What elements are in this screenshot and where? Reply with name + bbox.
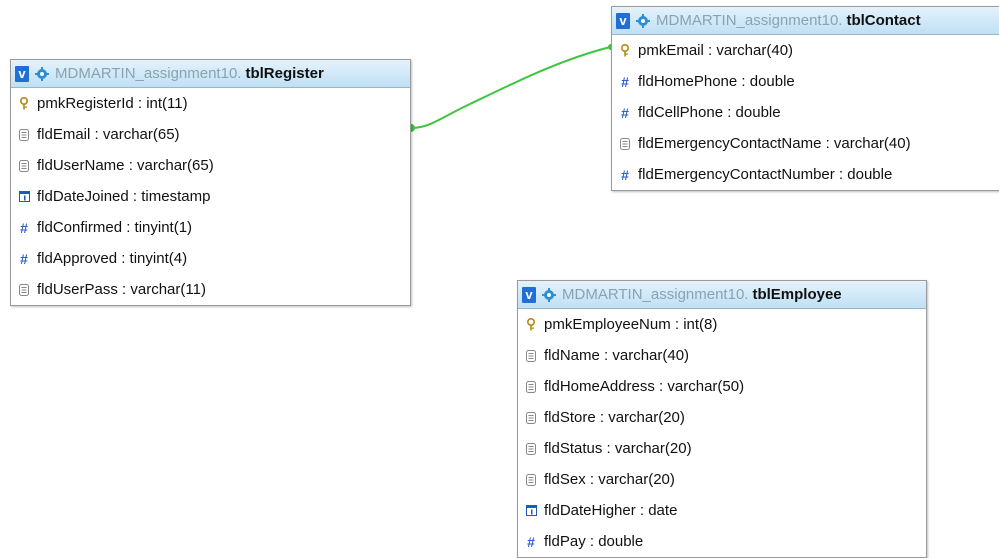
field-label: fldEmergencyContactName : varchar(40) — [638, 135, 911, 152]
field-row[interactable]: fldHomeAddress : varchar(50) — [518, 371, 926, 402]
field-list: pmkEmail : varchar(40) # fldHomePhone : do… — [612, 35, 999, 190]
field-label: fldDateJoined : timestamp — [37, 188, 211, 205]
field-label: fldPay : double — [544, 533, 644, 550]
schema-designer-canvas: v MDMARTIN_assignment10. tblRegister pmk… — [0, 0, 999, 558]
field-row[interactable]: fldName : varchar(40) — [518, 340, 926, 371]
relation-line-register-contact — [410, 46, 611, 129]
field-row[interactable]: # fldConfirmed : tinyint(1) — [11, 212, 410, 243]
field-label: fldHomePhone : double — [638, 73, 795, 90]
gear-icon[interactable] — [541, 287, 557, 303]
numeric-field-icon: # — [20, 219, 28, 236]
text-field-icon — [524, 442, 538, 455]
field-label: fldStatus : varchar(20) — [544, 440, 692, 457]
field-row[interactable]: fldEmail : varchar(65) — [11, 119, 410, 150]
numeric-field-icon: # — [621, 166, 629, 183]
date-field-icon — [524, 505, 538, 516]
table-header-tblcontact[interactable]: v MDMARTIN_assignment10. tblContact — [612, 7, 999, 35]
field-label: fldApproved : tinyint(4) — [37, 250, 188, 267]
field-label: fldStore : varchar(20) — [544, 409, 685, 426]
table-header-tblemployee[interactable]: v MDMARTIN_assignment10. tblEmployee — [518, 281, 926, 309]
collapse-toggle-button[interactable]: v — [15, 65, 29, 82]
table-name: tblRegister — [245, 65, 324, 82]
field-row[interactable]: fldUserPass : varchar(11) — [11, 274, 410, 305]
text-field-icon — [17, 128, 31, 141]
table-header-tblregister[interactable]: v MDMARTIN_assignment10. tblRegister — [11, 60, 410, 88]
numeric-field-icon: # — [621, 73, 629, 90]
collapse-toggle-button[interactable]: v — [522, 286, 536, 303]
field-row[interactable]: # fldCellPhone : double — [612, 97, 999, 128]
collapse-toggle-button[interactable]: v — [616, 12, 630, 29]
field-label: fldUserName : varchar(65) — [37, 157, 214, 174]
field-row[interactable]: pmkEmployeeNum : int(8) — [518, 309, 926, 340]
gear-icon[interactable] — [34, 66, 50, 82]
field-row[interactable]: fldEmergencyContactName : varchar(40) — [612, 128, 999, 159]
field-label: pmkEmployeeNum : int(8) — [544, 316, 718, 333]
table-card-tblemployee[interactable]: v MDMARTIN_assignment10. tblEmployee pmk… — [517, 280, 927, 558]
field-row[interactable]: # fldEmergencyContactNumber : double — [612, 159, 999, 190]
field-row[interactable]: fldStatus : varchar(20) — [518, 433, 926, 464]
field-row[interactable]: # fldPay : double — [518, 526, 926, 557]
text-field-icon — [17, 159, 31, 172]
field-row[interactable]: pmkEmail : varchar(40) — [612, 35, 999, 66]
field-label: fldDateHigher : date — [544, 502, 678, 519]
field-label: fldName : varchar(40) — [544, 347, 690, 364]
field-row[interactable]: fldUserName : varchar(65) — [11, 150, 410, 181]
field-label: pmkEmail : varchar(40) — [638, 42, 794, 59]
database-name: MDMARTIN_assignment10. — [55, 65, 242, 82]
text-field-icon — [524, 411, 538, 424]
field-label: fldEmergencyContactNumber : double — [638, 166, 893, 183]
field-label: fldUserPass : varchar(11) — [37, 281, 206, 298]
database-name: MDMARTIN_assignment10. — [656, 12, 843, 29]
field-label: fldCellPhone : double — [638, 104, 781, 121]
database-name: MDMARTIN_assignment10. — [562, 286, 749, 303]
field-label: pmkRegisterId : int(11) — [37, 95, 188, 112]
field-label: fldSex : varchar(20) — [544, 471, 675, 488]
text-field-icon — [524, 349, 538, 362]
field-row[interactable]: # fldHomePhone : double — [612, 66, 999, 97]
primary-key-icon — [618, 44, 632, 57]
primary-key-icon — [524, 318, 538, 331]
numeric-field-icon: # — [527, 533, 535, 550]
table-name: tblEmployee — [752, 286, 842, 303]
table-card-tblregister[interactable]: v MDMARTIN_assignment10. tblRegister pmk… — [10, 59, 411, 306]
field-row[interactable]: fldSex : varchar(20) — [518, 464, 926, 495]
text-field-icon — [618, 137, 632, 150]
text-field-icon — [524, 380, 538, 393]
field-label: fldEmail : varchar(65) — [37, 126, 180, 143]
field-label: fldHomeAddress : varchar(50) — [544, 378, 745, 395]
field-row[interactable]: pmkRegisterId : int(11) — [11, 88, 410, 119]
numeric-field-icon: # — [20, 250, 28, 267]
field-row[interactable]: fldDateJoined : timestamp — [11, 181, 410, 212]
gear-icon[interactable] — [635, 13, 651, 29]
text-field-icon — [17, 283, 31, 296]
numeric-field-icon: # — [621, 104, 629, 121]
field-row[interactable]: fldDateHigher : date — [518, 495, 926, 526]
table-name: tblContact — [846, 12, 921, 29]
table-card-tblcontact[interactable]: v MDMARTIN_assignment10. tblContact pmkE… — [611, 6, 999, 191]
field-list: pmkRegisterId : int(11) fldEmail : varcha… — [11, 88, 410, 305]
date-field-icon — [17, 191, 31, 202]
field-row[interactable]: # fldApproved : tinyint(4) — [11, 243, 410, 274]
field-row[interactable]: fldStore : varchar(20) — [518, 402, 926, 433]
field-label: fldConfirmed : tinyint(1) — [37, 219, 193, 236]
field-list: pmkEmployeeNum : int(8) fldName : varchar… — [518, 309, 926, 557]
text-field-icon — [524, 473, 538, 486]
primary-key-icon — [17, 97, 31, 110]
